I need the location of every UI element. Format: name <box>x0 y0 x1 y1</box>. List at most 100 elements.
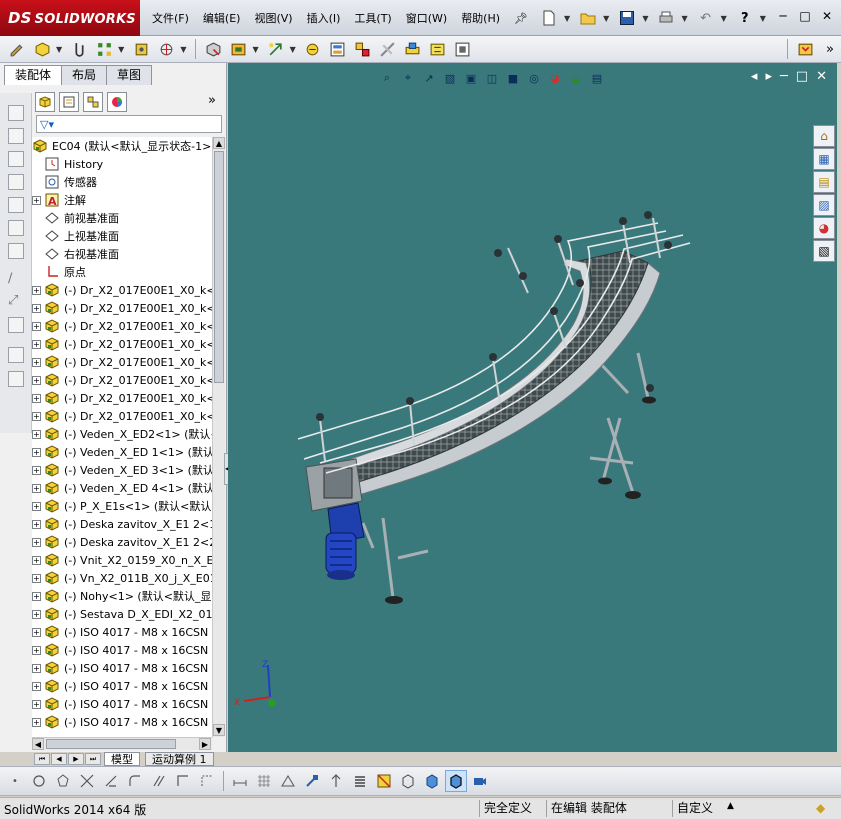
mirror-entities-icon[interactable] <box>100 770 122 792</box>
menu-file[interactable]: 文件(F) <box>145 10 196 26</box>
new-dropdown-icon[interactable]: ▼ <box>564 14 570 23</box>
display-manager-icon[interactable] <box>107 92 127 112</box>
expand-toggle-icon[interactable]: + <box>32 591 41 601</box>
smart-dimension-tool-icon[interactable] <box>229 770 251 792</box>
view-cube-icon-7[interactable] <box>8 243 24 259</box>
expand-toggle-icon[interactable]: + <box>32 483 41 493</box>
assembly-features-icon[interactable] <box>227 38 249 60</box>
undo-dropdown-icon[interactable]: ▼ <box>721 14 727 23</box>
tree-item[interactable]: History <box>32 155 212 173</box>
insert-component-dropdown-icon[interactable]: ▼ <box>56 45 62 54</box>
tree-item[interactable]: + (-) Veden_X_ED 4<1> (默认 <box>32 479 212 497</box>
tree-item[interactable]: + (-) ISO 4017 - M8 x 16CSN EI <box>32 641 212 659</box>
toolbar-overflow-icon[interactable]: » <box>819 38 841 60</box>
expand-toggle-icon[interactable]: + <box>32 303 41 313</box>
tree-item[interactable]: + (-) Sestava D_X_EDI_X2_016 <box>32 605 212 623</box>
tab-sketch[interactable]: 草图 <box>106 65 153 85</box>
graphics-area[interactable]: ⌕ ⌖ ↗ ▧ ▣ ◫ ■ ◎ ◕ ◒ ▤ ◂ ▸ ─ □ ✕ Z X ⌂ ▦ … <box>228 63 837 752</box>
trim-icon[interactable] <box>76 770 98 792</box>
relations-icon[interactable] <box>277 770 299 792</box>
tree-item[interactable]: + (-) Veden_X_ED 1<1> (默认 <box>32 443 212 461</box>
view-cube-icon-6[interactable] <box>8 220 24 236</box>
tree-item[interactable]: + (-) P_X_E1s<1> (默认<默认 <box>32 497 212 515</box>
view-palette-icon[interactable]: ▨ <box>813 194 835 216</box>
wireframe-icon[interactable] <box>397 770 419 792</box>
appearances-icon[interactable]: ◕ <box>813 217 835 239</box>
help-tag-icon[interactable]: ◆ <box>816 801 825 815</box>
open-dropdown-icon[interactable]: ▼ <box>603 14 609 23</box>
scroll-thumb[interactable] <box>214 151 224 383</box>
close-icon[interactable]: ✕ <box>817 6 837 26</box>
expand-toggle-icon[interactable]: + <box>32 573 41 583</box>
filter-icon[interactable]: ▽▾ <box>40 118 54 131</box>
tree-item[interactable]: + (-) ISO 4017 - M8 x 16CSN EI <box>32 695 212 713</box>
view-cube-icon-2[interactable] <box>8 128 24 144</box>
move-dropdown-icon[interactable]: ▼ <box>180 45 186 54</box>
circle-icon[interactable] <box>28 770 50 792</box>
tree-item[interactable]: + (-) ISO 4017 - M8 x 16CSN EI <box>32 713 212 731</box>
property-manager-icon[interactable] <box>59 92 79 112</box>
expand-toggle-icon[interactable]: + <box>32 447 41 457</box>
menu-edit[interactable]: 编辑(E) <box>196 10 248 26</box>
edit-component-icon[interactable] <box>6 38 28 60</box>
camera-icon[interactable] <box>469 770 491 792</box>
component-icon-1[interactable] <box>8 317 24 333</box>
sketch-fillet-icon[interactable] <box>124 770 146 792</box>
instant3d-icon[interactable] <box>452 38 474 60</box>
tree-item[interactable]: + (-) Dr_X2_017E00E1_X0_k<5> <box>32 353 212 371</box>
pin-menu-icon[interactable]: 📌︎ <box>507 12 535 25</box>
file-explorer-icon[interactable]: ▤ <box>813 171 835 193</box>
tree-item[interactable]: + A 注解 <box>32 191 212 209</box>
tree-item[interactable]: + (-) Deska zavitov_X_E1 2<2> <box>32 533 212 551</box>
expand-toggle-icon[interactable]: + <box>32 195 41 205</box>
minimize-icon[interactable]: ─ <box>773 6 793 26</box>
point-icon[interactable]: • <box>4 770 26 792</box>
tree-item[interactable]: + (-) Dr_X2_017E00E1_X0_k<7> <box>32 389 212 407</box>
scroll-left-icon[interactable]: ◀ <box>32 738 44 750</box>
expand-toggle-icon[interactable]: + <box>32 681 41 691</box>
repair-sketch-icon[interactable] <box>301 770 323 792</box>
tree-item[interactable]: + (-) Veden_X_ED2<1> (默认< <box>32 425 212 443</box>
tree-item[interactable]: + (-) Deska zavitov_X_E1 2<1> <box>32 515 212 533</box>
tab-assembly[interactable]: 装配体 <box>4 65 63 85</box>
curved-conveyor-model[interactable] <box>228 63 837 752</box>
tree-item[interactable]: + (-) Dr_X2_017E00E1_X0_k<3> <box>32 317 212 335</box>
next-tab-icon[interactable]: ▶ <box>68 753 84 765</box>
tree-item[interactable]: + (-) Vn_X2_011B_X0_j_X_E01 <box>32 569 212 587</box>
tree-item[interactable]: + (-) Veden_X_ED 3<1> (默认 <box>32 461 212 479</box>
component-icon-2[interactable] <box>8 347 24 363</box>
tree-vertical-scrollbar[interactable]: ▲ ▼ <box>212 137 225 737</box>
offset-entities-icon[interactable] <box>148 770 170 792</box>
insert-component-icon[interactable] <box>31 38 53 60</box>
new-document-icon[interactable] <box>538 7 560 29</box>
layers-icon[interactable] <box>349 770 371 792</box>
scroll-right-icon[interactable]: ▶ <box>199 738 211 750</box>
expand-toggle-icon[interactable]: + <box>32 699 41 709</box>
tree-item[interactable]: + (-) Dr_X2_017E00E1_X0_k<1> <box>32 281 212 299</box>
scroll-down-icon[interactable]: ▼ <box>213 724 225 736</box>
expand-toggle-icon[interactable]: + <box>32 411 41 421</box>
component-icon-3[interactable] <box>8 371 24 387</box>
pattern-dropdown-icon[interactable]: ▼ <box>118 45 124 54</box>
smart-fasteners-icon[interactable] <box>130 38 152 60</box>
tree-item[interactable]: 上视基准面 <box>32 227 212 245</box>
tab-layout[interactable]: 布局 <box>61 65 108 85</box>
expand-toggle-icon[interactable]: + <box>32 429 41 439</box>
tab-motion-study-1[interactable]: 运动算例 1 <box>145 752 214 766</box>
solidworks-resources-icon[interactable]: ⌂ <box>813 125 835 147</box>
expand-toggle-icon[interactable]: + <box>32 357 41 367</box>
expand-toggle-icon[interactable]: + <box>32 663 41 673</box>
reference-geometry-icon[interactable] <box>265 38 287 60</box>
clearance-verification-icon[interactable] <box>427 38 449 60</box>
centerpoint-arc-icon[interactable] <box>196 770 218 792</box>
expand-toggle-icon[interactable]: + <box>32 339 41 349</box>
print-dropdown-icon[interactable]: ▼ <box>681 14 687 23</box>
features-dropdown-icon[interactable]: ▼ <box>252 45 258 54</box>
first-tab-icon[interactable]: ⏮ <box>34 753 50 765</box>
restore-icon[interactable]: □ <box>795 6 815 26</box>
mate-icon[interactable] <box>68 38 90 60</box>
view-cube-icon-5[interactable] <box>8 197 24 213</box>
tree-item[interactable]: + (-) Dr_X2_017E00E1_X0_k<4> <box>32 335 212 353</box>
linear-pattern-icon[interactable] <box>93 38 115 60</box>
manager-overflow-icon[interactable]: » <box>208 93 216 108</box>
